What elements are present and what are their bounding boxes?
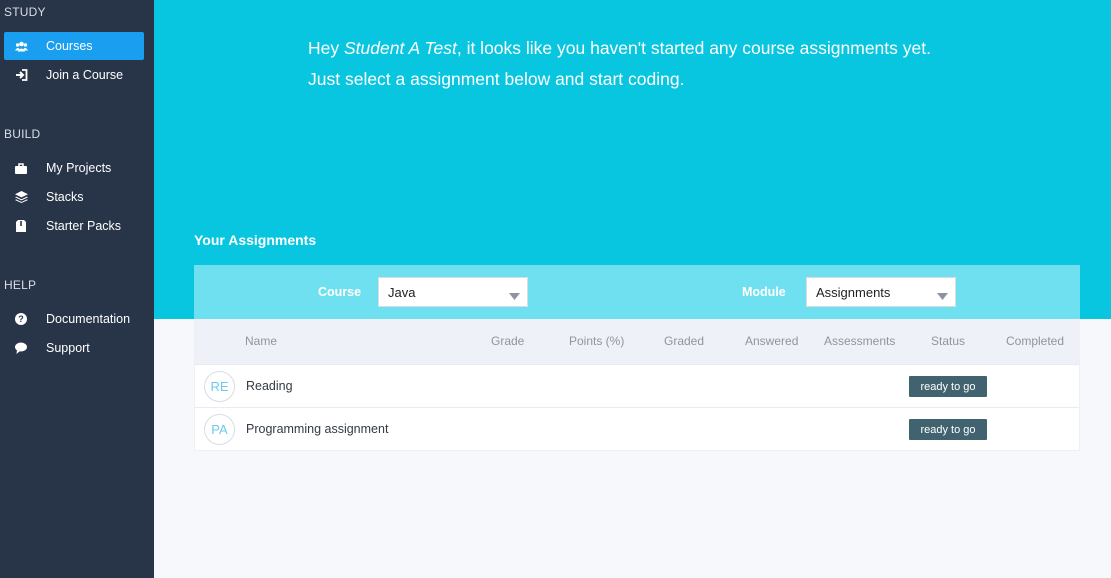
column-header-answered[interactable]: Answered: [745, 334, 798, 348]
column-header-graded[interactable]: Graded: [664, 334, 704, 348]
assignments-table: Name Grade Points (%) Graded Answered As…: [194, 319, 1080, 451]
avatar: RE: [204, 371, 235, 402]
sidebar-item-documentation[interactable]: ? Documentation: [4, 305, 144, 333]
assignments-title: Your Assignments: [194, 232, 317, 248]
package-icon: [4, 220, 36, 232]
sidebar-item-starter-packs[interactable]: Starter Packs: [4, 212, 144, 240]
sidebar-item-join-course[interactable]: Join a Course: [4, 61, 144, 89]
status-badge: ready to go: [909, 419, 987, 440]
table-row[interactable]: RE Reading ready to go: [195, 364, 1079, 407]
users-icon: [4, 41, 36, 52]
greeting-prefix: Hey: [308, 38, 344, 58]
welcome-line-2: Just select a assignment below and start…: [308, 69, 685, 89]
greeting-suffix: , it looks like you haven't started any …: [456, 38, 931, 58]
sidebar-item-label: Courses: [46, 39, 93, 53]
column-header-grade[interactable]: Grade: [491, 334, 524, 348]
sidebar-section-help: HELP: [4, 278, 37, 292]
column-header-assessments[interactable]: Assessments: [824, 334, 895, 348]
sidebar-item-support[interactable]: Support: [4, 334, 144, 362]
column-header-status[interactable]: Status: [931, 334, 965, 348]
column-header-name[interactable]: Name: [245, 334, 277, 348]
svg-text:?: ?: [18, 314, 24, 324]
layers-icon: [4, 191, 36, 203]
table-row[interactable]: PA Programming assignment ready to go: [195, 407, 1079, 450]
sidebar-section-study: STUDY: [4, 5, 46, 19]
course-select[interactable]: Java: [378, 277, 528, 307]
column-header-completed[interactable]: Completed: [1006, 334, 1064, 348]
question-circle-icon: ?: [4, 313, 36, 325]
sidebar-item-label: Stacks: [46, 190, 84, 204]
sidebar: STUDY Courses Join a Course BUILD My Pro…: [0, 0, 154, 578]
assignment-name[interactable]: Programming assignment: [246, 422, 388, 436]
table-header: Name Grade Points (%) Graded Answered As…: [195, 319, 1079, 364]
module-select-value: Assignments: [816, 284, 891, 300]
course-select-value: Java: [388, 284, 416, 300]
assignment-name[interactable]: Reading: [246, 379, 293, 393]
sidebar-item-label: Documentation: [46, 312, 131, 326]
sidebar-section-build: BUILD: [4, 127, 41, 141]
filter-bar: Course Java Module Assignments: [194, 265, 1080, 319]
sidebar-item-label: Starter Packs: [46, 219, 122, 233]
sidebar-item-label: My Projects: [46, 161, 112, 175]
column-header-points[interactable]: Points (%): [569, 334, 624, 348]
status-badge: ready to go: [909, 376, 987, 397]
speech-bubble-icon: [4, 342, 36, 354]
user-name: Student A Test: [343, 38, 457, 58]
welcome-line-1: Hey Student A Test, it looks like you ha…: [308, 33, 1028, 64]
avatar: PA: [204, 414, 235, 445]
briefcase-icon: [4, 162, 36, 174]
sidebar-item-courses[interactable]: Courses: [4, 32, 144, 60]
module-select[interactable]: Assignments: [806, 277, 956, 307]
sidebar-item-stacks[interactable]: Stacks: [4, 183, 144, 211]
chevron-down-icon: [509, 288, 520, 303]
welcome-message: Hey Student A Test, it looks like you ha…: [308, 33, 1028, 95]
sidebar-item-label: Join a Course: [46, 68, 124, 82]
sign-in-icon: [4, 69, 36, 81]
module-filter-label: Module: [742, 285, 786, 299]
sidebar-item-label: Support: [46, 341, 90, 355]
sidebar-item-my-projects[interactable]: My Projects: [4, 154, 144, 182]
chevron-down-icon: [937, 288, 948, 303]
course-filter-label: Course: [318, 285, 362, 299]
